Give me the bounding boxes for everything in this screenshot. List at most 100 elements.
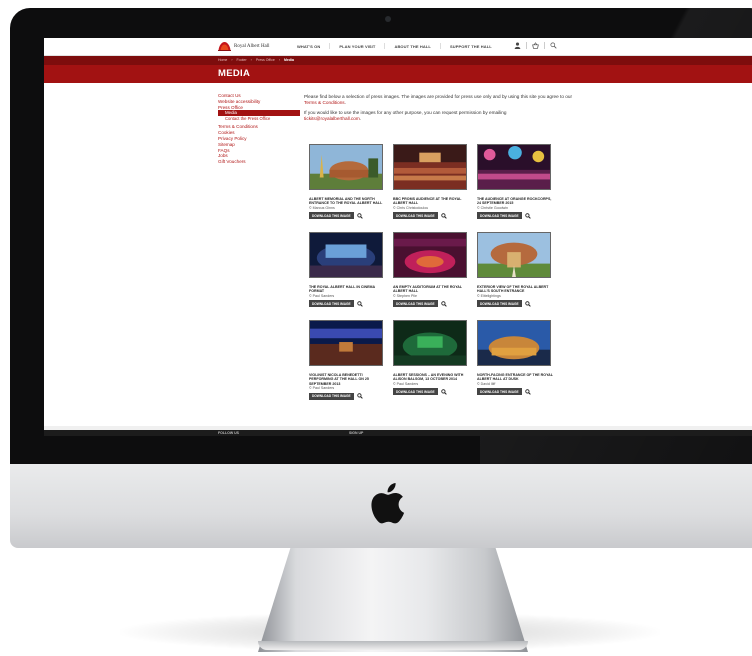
footer-follow-us: FOLLOW US [218, 431, 239, 435]
intro-text-2: If you would like to use the images for … [304, 109, 507, 115]
intro-punct-2: . [359, 116, 362, 122]
download-button[interactable]: DOWNLOAD THIS IMAGE [309, 392, 354, 400]
magnify-icon[interactable] [440, 389, 447, 395]
magnify-icon[interactable] [440, 213, 447, 219]
download-row: DOWNLOAD THIS IMAGE [477, 212, 553, 220]
image-thumbnail[interactable] [309, 144, 383, 190]
image-thumbnail[interactable] [477, 320, 551, 366]
image-thumbnail[interactable] [393, 232, 467, 278]
image-thumbnail[interactable] [393, 320, 467, 366]
download-row: DOWNLOAD THIS IMAGE [309, 300, 385, 308]
breadcrumb: Home › Footer › Press Office › Media [218, 58, 294, 62]
image-caption: THE AUDIENCE AT ORANGE ROCKCORPS, 24 SEP… [477, 197, 552, 206]
breadcrumb-separator: › [250, 58, 252, 62]
image-thumbnail[interactable] [309, 232, 383, 278]
brand-name: Royal Albert Hall [234, 43, 270, 49]
image-caption: BBC PROMS AUDIENCE AT THE ROYAL ALBERT H… [393, 197, 462, 206]
nav-divider [384, 43, 386, 49]
image-caption: ALBERT SESSIONS – AN EVENING WITH ALISON… [393, 373, 464, 382]
user-icon[interactable] [514, 42, 521, 49]
image-caption: NORTH-FACING ENTRANCE OF THE ROYAL ALBER… [477, 373, 553, 382]
intro-text: Please find below a selection of press i… [304, 94, 574, 126]
site-header: Royal Albert Hall WHAT'S ON PLAN YOUR VI… [44, 38, 752, 56]
image-thumbnail[interactable] [393, 144, 467, 190]
image-thumbnail[interactable] [477, 144, 551, 190]
site-footer [44, 430, 752, 436]
page-title: MEDIA [218, 68, 251, 79]
download-button[interactable]: DOWNLOAD THIS IMAGE [393, 388, 438, 396]
screen: Royal Albert Hall WHAT'S ON PLAN YOUR VI… [44, 38, 752, 436]
magnify-icon[interactable] [440, 301, 447, 307]
download-row: DOWNLOAD THIS IMAGE [393, 388, 469, 396]
download-button[interactable]: DOWNLOAD THIS IMAGE [477, 388, 522, 396]
nav-plan-your-visit[interactable]: PLAN YOUR VISIT [339, 44, 375, 50]
image-thumbnail[interactable] [477, 232, 551, 278]
press-image-card: VIOLINIST NICOLA BENEDETTI PERFORMING AT… [309, 320, 385, 400]
intro-paragraph-permission: If you would like to use the images for … [304, 110, 574, 123]
download-row: DOWNLOAD THIS IMAGE [309, 212, 385, 220]
nav-divider [329, 43, 331, 49]
image-caption: ALBERT MEMORIAL AND THE NORTH ENTRANCE T… [309, 197, 383, 206]
imac-stand-foot [258, 641, 528, 650]
download-button[interactable]: DOWNLOAD THIS IMAGE [477, 212, 522, 220]
tools-divider [526, 42, 527, 49]
intro-paragraph-terms: Please find below a selection of press i… [304, 94, 574, 107]
nav-about-the-hall[interactable]: ABOUT THE HALL [394, 44, 431, 50]
press-image-card: ALBERT MEMORIAL AND THE NORTH ENTRANCE T… [309, 144, 385, 220]
image-credit: © Paul Sanders [309, 386, 335, 391]
image-credit: © Stephen Pile [393, 293, 418, 298]
breadcrumb-bar: Home › Footer › Press Office › Media [44, 56, 752, 65]
brand[interactable]: Royal Albert Hall [218, 41, 270, 51]
tools-divider [544, 42, 545, 49]
footer-sign-up: SIGN UP [349, 431, 364, 435]
basket-icon[interactable] [532, 42, 539, 49]
magnify-icon[interactable] [524, 213, 531, 219]
press-image-card: AN EMPTY AUDITORIUM AT THE ROYAL ALBERT … [393, 232, 469, 308]
email-link[interactable]: tickits@royalalberthall.com [304, 116, 360, 121]
intro-punct-1: . [344, 100, 346, 106]
download-button[interactable]: DOWNLOAD THIS IMAGE [309, 212, 354, 220]
download-button[interactable]: DOWNLOAD THIS IMAGE [477, 300, 522, 308]
image-thumbnail[interactable] [309, 320, 383, 366]
download-button[interactable]: DOWNLOAD THIS IMAGE [309, 300, 354, 308]
image-credit: © Chris Christodoulou [393, 205, 429, 210]
breadcrumb-home[interactable]: Home [218, 58, 227, 62]
image-credit: © Paul Sanders [309, 293, 335, 298]
breadcrumb-footer[interactable]: Footer [237, 58, 247, 62]
nav-whats-on[interactable]: WHAT'S ON [297, 44, 320, 50]
magnify-icon[interactable] [356, 393, 363, 400]
nav-divider [439, 43, 441, 49]
rah-logo-icon [218, 42, 231, 51]
image-credit: © Elitelightings [477, 293, 501, 298]
sidebar-item-gift-vouchers[interactable]: Gift Vouchers [218, 159, 300, 165]
terms-link[interactable]: Terms & Conditions [304, 100, 345, 105]
breadcrumb-separator: › [278, 58, 280, 62]
magnify-icon[interactable] [524, 389, 531, 395]
download-button[interactable]: DOWNLOAD THIS IMAGE [393, 212, 438, 220]
footer-labels: FOLLOW US SIGN UP [218, 431, 363, 435]
download-button[interactable]: DOWNLOAD THIS IMAGE [393, 300, 438, 308]
title-bar: MEDIA [44, 65, 752, 83]
magnify-icon[interactable] [524, 301, 531, 307]
sidebar-nav: Contact Us Website accessibility Press O… [218, 93, 300, 165]
search-icon[interactable] [550, 42, 557, 49]
download-row: DOWNLOAD THIS IMAGE [477, 388, 553, 396]
breadcrumb-current: Media [283, 58, 294, 62]
breadcrumb-separator: › [231, 58, 233, 62]
image-caption: EXTERIOR VIEW OF THE ROYAL ALBERT HALL'S… [477, 285, 549, 294]
press-image-card: ALBERT SESSIONS – AN EVENING WITH ALISON… [393, 320, 469, 396]
magnify-icon[interactable] [356, 213, 363, 219]
nav-support-the-hall[interactable]: SUPPORT THE HALL [450, 44, 492, 50]
image-caption: VIOLINIST NICOLA BENEDETTI PERFORMING AT… [309, 373, 369, 386]
image-credit: © Paul Sanders [393, 381, 419, 386]
header-tools [514, 42, 557, 49]
magnify-icon[interactable] [356, 301, 363, 307]
image-credit: © Christie Goodwin [477, 205, 509, 210]
download-row: DOWNLOAD THIS IMAGE [393, 212, 469, 220]
press-image-card: BBC PROMS AUDIENCE AT THE ROYAL ALBERT H… [393, 144, 469, 220]
press-image-card: THE AUDIENCE AT ORANGE ROCKCORPS, 24 SEP… [477, 144, 553, 220]
breadcrumb-press-office[interactable]: Press Office [256, 58, 275, 62]
download-row: DOWNLOAD THIS IMAGE [309, 392, 385, 400]
press-image-card: NORTH-FACING ENTRANCE OF THE ROYAL ALBER… [477, 320, 553, 396]
image-credit: © David Iliff [477, 381, 496, 386]
